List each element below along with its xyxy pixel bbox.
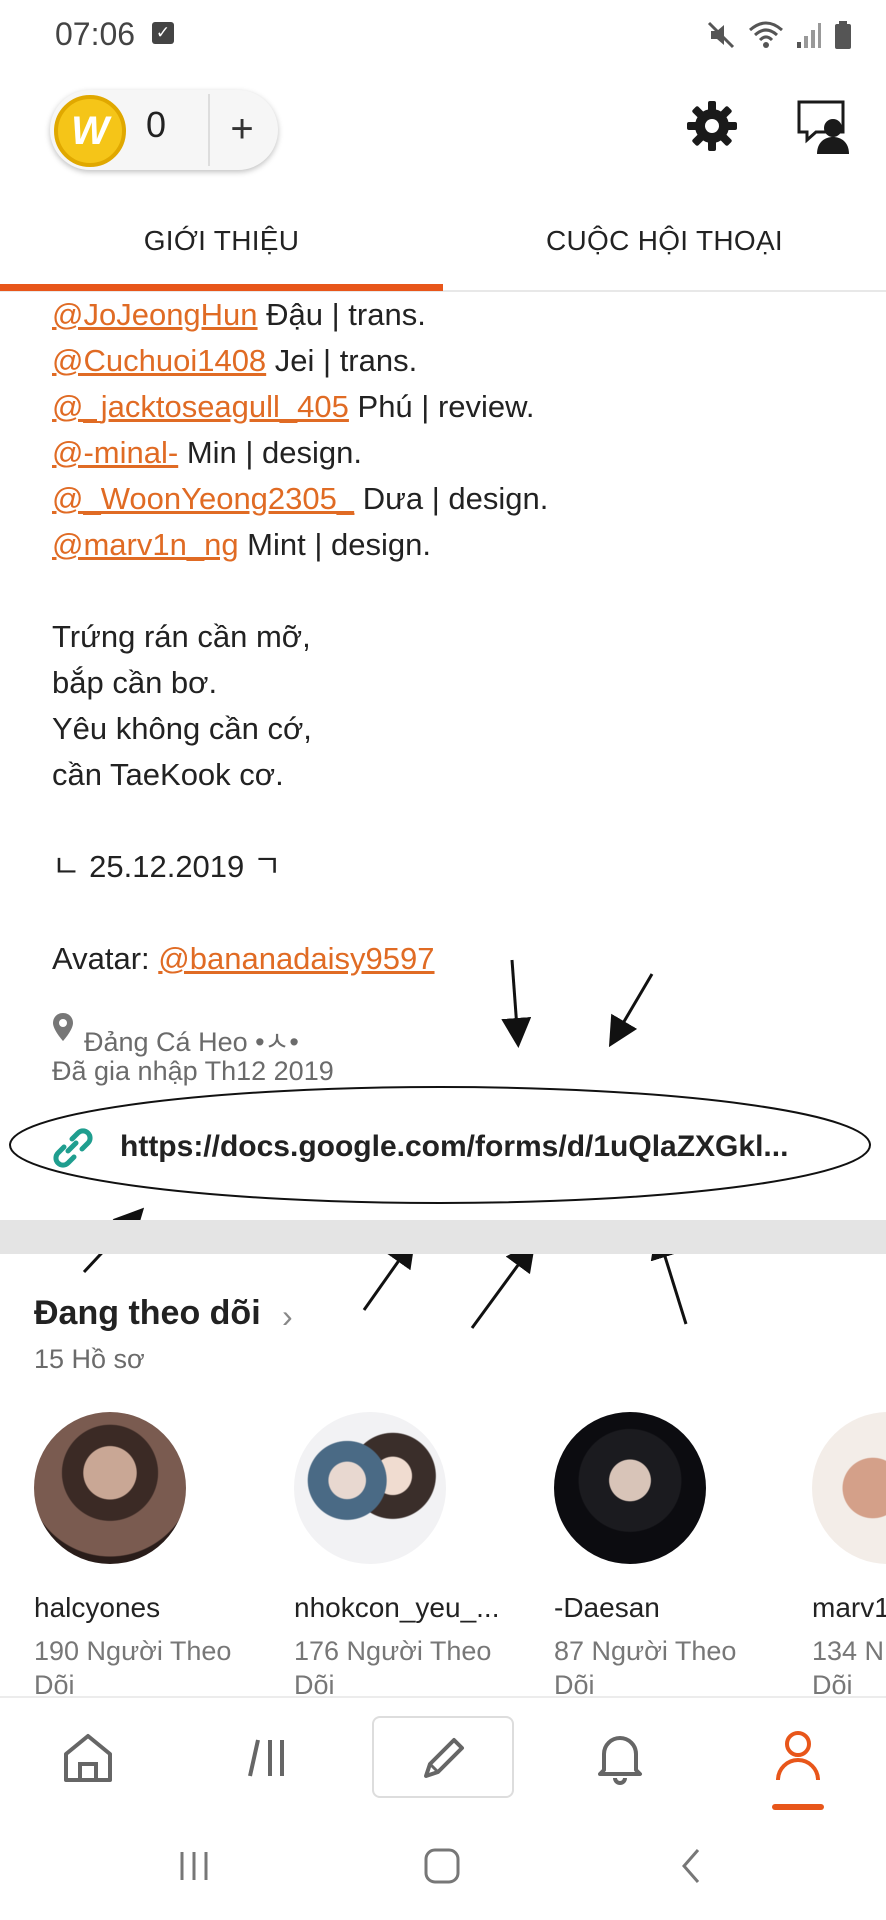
credit-line: @marv1n_ng Mint | design. (52, 527, 431, 562)
battery-icon (835, 21, 851, 49)
messages-icon[interactable] (796, 98, 854, 156)
link-icon (53, 1128, 93, 1168)
user-mention-link[interactable]: @JoJeongHun (52, 297, 258, 332)
credit-line: @Cuchuoi1408 Jei | trans. (52, 343, 418, 378)
mute-icon (707, 21, 735, 49)
bottom-nav-border (0, 1696, 886, 1698)
avatar[interactable] (554, 1412, 706, 1564)
profile-website-link[interactable]: https://docs.google.com/forms/d/1uQlaZXG… (120, 1130, 840, 1164)
following-profile-card[interactable]: marv1 134 N Dõi (812, 1412, 886, 1702)
profile-name[interactable]: halcyones (34, 1592, 274, 1624)
coin-icon: W (54, 95, 126, 167)
section-divider (0, 1220, 886, 1254)
add-coins-button[interactable]: + (212, 92, 272, 168)
following-title[interactable]: Đang theo dõi (34, 1294, 261, 1333)
signal-icon (797, 23, 821, 48)
profile-name[interactable]: marv1 (812, 1592, 886, 1624)
avatar[interactable] (294, 1412, 446, 1564)
status-time: 07:06 (55, 16, 136, 52)
user-mention-link[interactable]: @_jacktoseagull_405 (52, 389, 349, 424)
wifi-icon (749, 21, 783, 48)
home-nav-icon[interactable] (420, 1840, 464, 1892)
gear-icon[interactable] (686, 100, 738, 152)
chevron-right-icon[interactable]: › (282, 1298, 293, 1335)
user-mention-link[interactable]: @_WoonYeong2305_ (52, 481, 354, 516)
tab-about[interactable]: GIỚI THIỆU (0, 200, 443, 282)
credit-line: @-minal- Min | design. (52, 435, 363, 470)
poem-line: cần TaeKook cơ. (52, 757, 284, 792)
poem-line: Yêu không cần cớ, (52, 711, 312, 746)
active-tab-indicator (0, 284, 443, 291)
poem-line: Trứng rán cần mỡ, (52, 619, 311, 654)
poem-line: bắp cần bơ. (52, 665, 218, 700)
user-mention-link[interactable]: @marv1n_ng (52, 527, 239, 562)
follower-count: 190 Người Theo Dõi (34, 1636, 232, 1700)
bio-text: @JoJeongHun Đậu | trans. @Cuchuoi1408 Je… (52, 292, 852, 982)
home-icon[interactable] (60, 1730, 116, 1786)
user-mention-link[interactable]: @-minal- (52, 435, 178, 470)
credit-line: @JoJeongHun Đậu | trans. (52, 297, 426, 332)
library-icon[interactable] (244, 1732, 294, 1782)
avatar[interactable] (812, 1412, 886, 1564)
following-profile-card[interactable]: -Daesan 87 Người Theo Dõi (554, 1412, 794, 1702)
checkbox-notification-icon: ✓ (152, 22, 174, 44)
following-count: 15 Hồ sơ (34, 1344, 145, 1374)
user-mention-link[interactable]: @Cuchuoi1408 (52, 343, 266, 378)
bell-icon[interactable] (594, 1730, 646, 1786)
following-profile-card[interactable]: halcyones 190 Người Theo Dõi (34, 1412, 274, 1702)
active-nav-indicator (772, 1804, 824, 1810)
avatar[interactable] (34, 1412, 186, 1564)
credit-line: @_WoonYeong2305_ Dưa | design. (52, 481, 549, 516)
coin-divider (208, 94, 210, 166)
follower-count: 87 Người Theo Dõi (554, 1636, 737, 1700)
status-icons (706, 18, 852, 52)
pencil-icon (424, 1738, 464, 1778)
back-icon[interactable] (676, 1840, 706, 1892)
profile-name[interactable]: -Daesan (554, 1592, 794, 1624)
profile-name[interactable]: nhokcon_yeu_... (294, 1592, 534, 1624)
credit-line: @_jacktoseagull_405 Phú | review. (52, 389, 535, 424)
date-line: ㄴ 25.12.2019 ㄱ (52, 849, 282, 884)
follower-count: 134 N Dõi (812, 1636, 885, 1700)
coin-count: 0 (146, 104, 167, 145)
following-profile-card[interactable]: nhokcon_yeu_... 176 Người Theo Dõi (294, 1412, 534, 1702)
recent-apps-icon[interactable] (176, 1840, 212, 1892)
follower-count: 176 Người Theo Dõi (294, 1636, 492, 1700)
profile-icon[interactable] (772, 1728, 824, 1784)
tab-conversations[interactable]: CUỘC HỘI THOẠI (443, 200, 886, 282)
